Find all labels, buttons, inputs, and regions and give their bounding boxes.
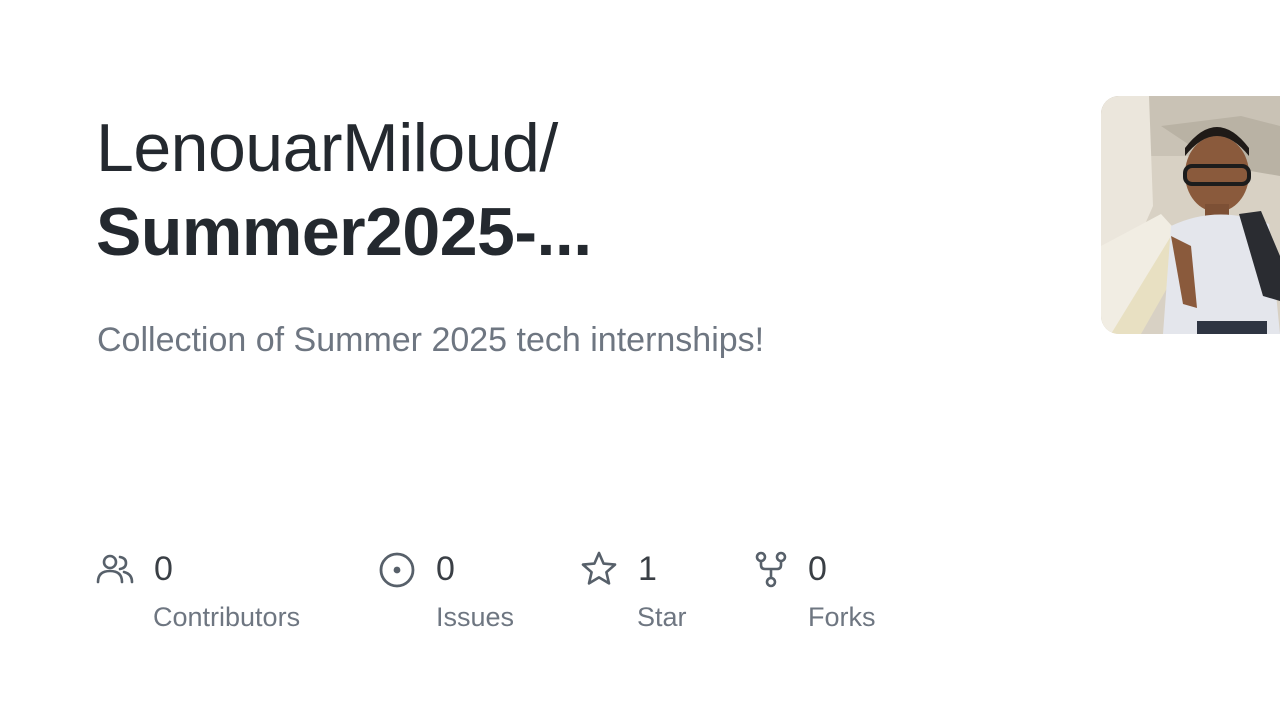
repo-name[interactable]: Summer2025-... xyxy=(96,194,592,270)
avatar[interactable] xyxy=(1101,96,1280,334)
repo-description: Collection of Summer 2025 tech internshi… xyxy=(97,321,765,359)
contributors-count: 0 xyxy=(154,550,173,588)
avatar-photo xyxy=(1101,96,1280,334)
repo-social-card: LenouarMiloud/ Summer2025-... Collection… xyxy=(0,0,1280,719)
stars-count: 1 xyxy=(638,550,657,588)
star-icon xyxy=(580,550,618,588)
fork-icon xyxy=(752,550,790,588)
forks-count: 0 xyxy=(808,550,827,588)
issues-count: 0 xyxy=(436,550,455,588)
repo-owner[interactable]: LenouarMiloud/ xyxy=(96,110,558,186)
stars-label: Star xyxy=(637,602,687,632)
contributors-label: Contributors xyxy=(153,602,301,632)
issue-circle-icon xyxy=(378,550,416,588)
people-icon xyxy=(96,550,134,588)
issues-label: Issues xyxy=(436,602,515,632)
forks-label: Forks xyxy=(808,602,876,632)
